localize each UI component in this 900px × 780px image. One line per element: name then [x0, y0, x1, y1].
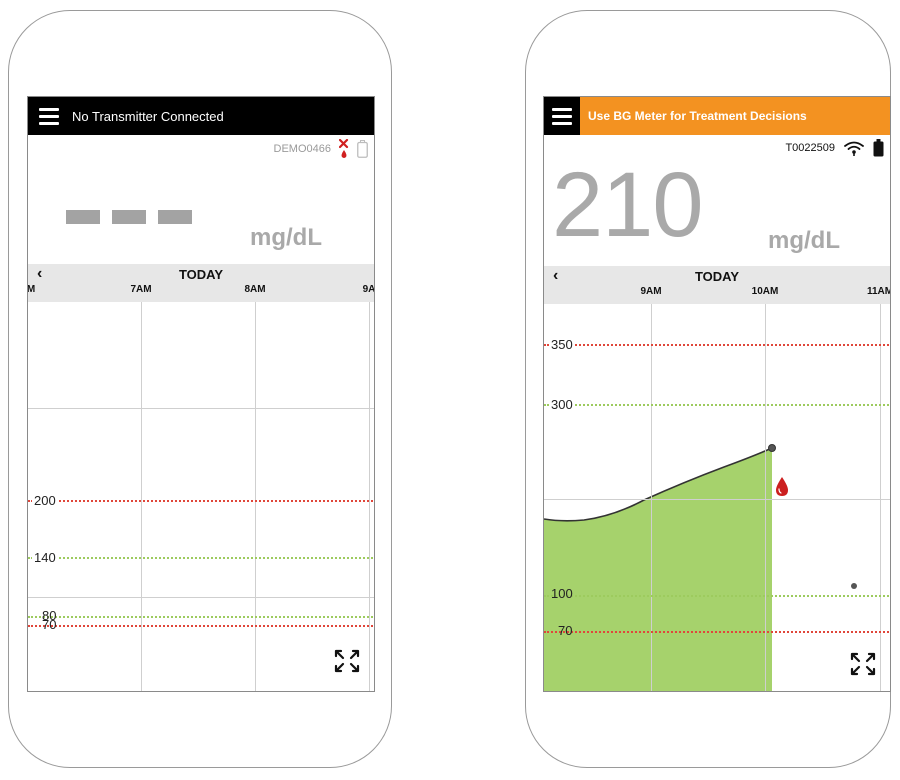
low-alert-line	[544, 631, 890, 633]
high-alert-line	[544, 404, 890, 406]
glucose-chart[interactable]: 350 300 100 70	[544, 304, 890, 691]
transmitter-row: T0022509	[785, 139, 884, 157]
current-reading-point	[768, 444, 776, 452]
urgent-high-line	[544, 344, 890, 346]
grid-line	[28, 597, 374, 598]
target-low-line	[544, 595, 890, 597]
high-alert-line	[28, 500, 374, 502]
signal-icon	[844, 141, 864, 156]
grid-line	[369, 302, 370, 691]
grid-line	[28, 408, 374, 409]
sensor-error-icon	[339, 139, 349, 158]
grid-line	[651, 304, 652, 691]
screen-right: Use BG Meter for Treatment Decisions T00…	[543, 96, 891, 692]
glucose-value: ---	[66, 210, 196, 225]
day-label: TODAY	[694, 269, 740, 284]
threshold-label-350: 350	[549, 337, 575, 352]
expand-icon[interactable]	[849, 650, 877, 678]
transmitter-id: T0022509	[785, 142, 835, 154]
glucose-chart[interactable]: 200 140 80 70	[28, 302, 374, 691]
time-label: 9A	[362, 284, 375, 295]
grid-line	[880, 304, 881, 691]
menu-icon[interactable]	[39, 107, 59, 125]
time-label: 10AM	[751, 286, 779, 297]
time-label: 8AM	[244, 284, 266, 295]
menu-button[interactable]	[544, 97, 580, 135]
target-high-line	[28, 557, 374, 559]
threshold-label-70: 70	[558, 623, 573, 638]
units-label: mg/dL	[250, 224, 322, 251]
glucose-trend-area	[544, 447, 773, 691]
threshold-label-100: 100	[551, 586, 573, 601]
time-label: 7AM	[130, 284, 152, 295]
meter-reading-point	[851, 583, 857, 589]
grid-line	[765, 304, 766, 691]
blood-drop-icon[interactable]	[774, 476, 790, 498]
grid-line	[141, 302, 142, 691]
day-nav: ‹ TODAY 9AM 10AM 11AM	[544, 266, 890, 304]
grid-line	[255, 302, 256, 691]
status-banner: No Transmitter Connected	[28, 97, 374, 135]
battery-icon	[357, 140, 368, 158]
threshold-label-300: 300	[549, 397, 575, 412]
time-label: 9AM	[640, 286, 662, 297]
threshold-label-200: 200	[32, 493, 58, 508]
transmitter-id: DEMO0466	[273, 143, 331, 155]
battery-icon	[873, 139, 884, 157]
low-alert-line	[28, 625, 374, 627]
transmitter-row: DEMO0466	[274, 139, 368, 159]
threshold-label-140: 140	[32, 550, 58, 565]
units-label: mg/dL	[768, 227, 840, 254]
banner-text: Use BG Meter for Treatment Decisions	[588, 109, 807, 123]
status-banner: Use BG Meter for Treatment Decisions	[544, 97, 890, 135]
day-nav: ‹ TODAY M 7AM 8AM 9A	[28, 264, 374, 302]
threshold-label-70: 70	[42, 617, 57, 632]
target-low-line	[28, 616, 374, 618]
time-label: M	[27, 284, 36, 295]
day-label: TODAY	[178, 267, 224, 282]
banner-text: No Transmitter Connected	[72, 108, 224, 124]
menu-icon[interactable]	[552, 107, 572, 125]
grid-line	[544, 499, 890, 500]
time-label: 11AM	[866, 286, 891, 297]
glucose-value: 210	[552, 154, 703, 256]
screen-left: No Transmitter Connected DEMO0466 --- mg…	[27, 96, 375, 692]
expand-icon[interactable]	[333, 647, 361, 675]
